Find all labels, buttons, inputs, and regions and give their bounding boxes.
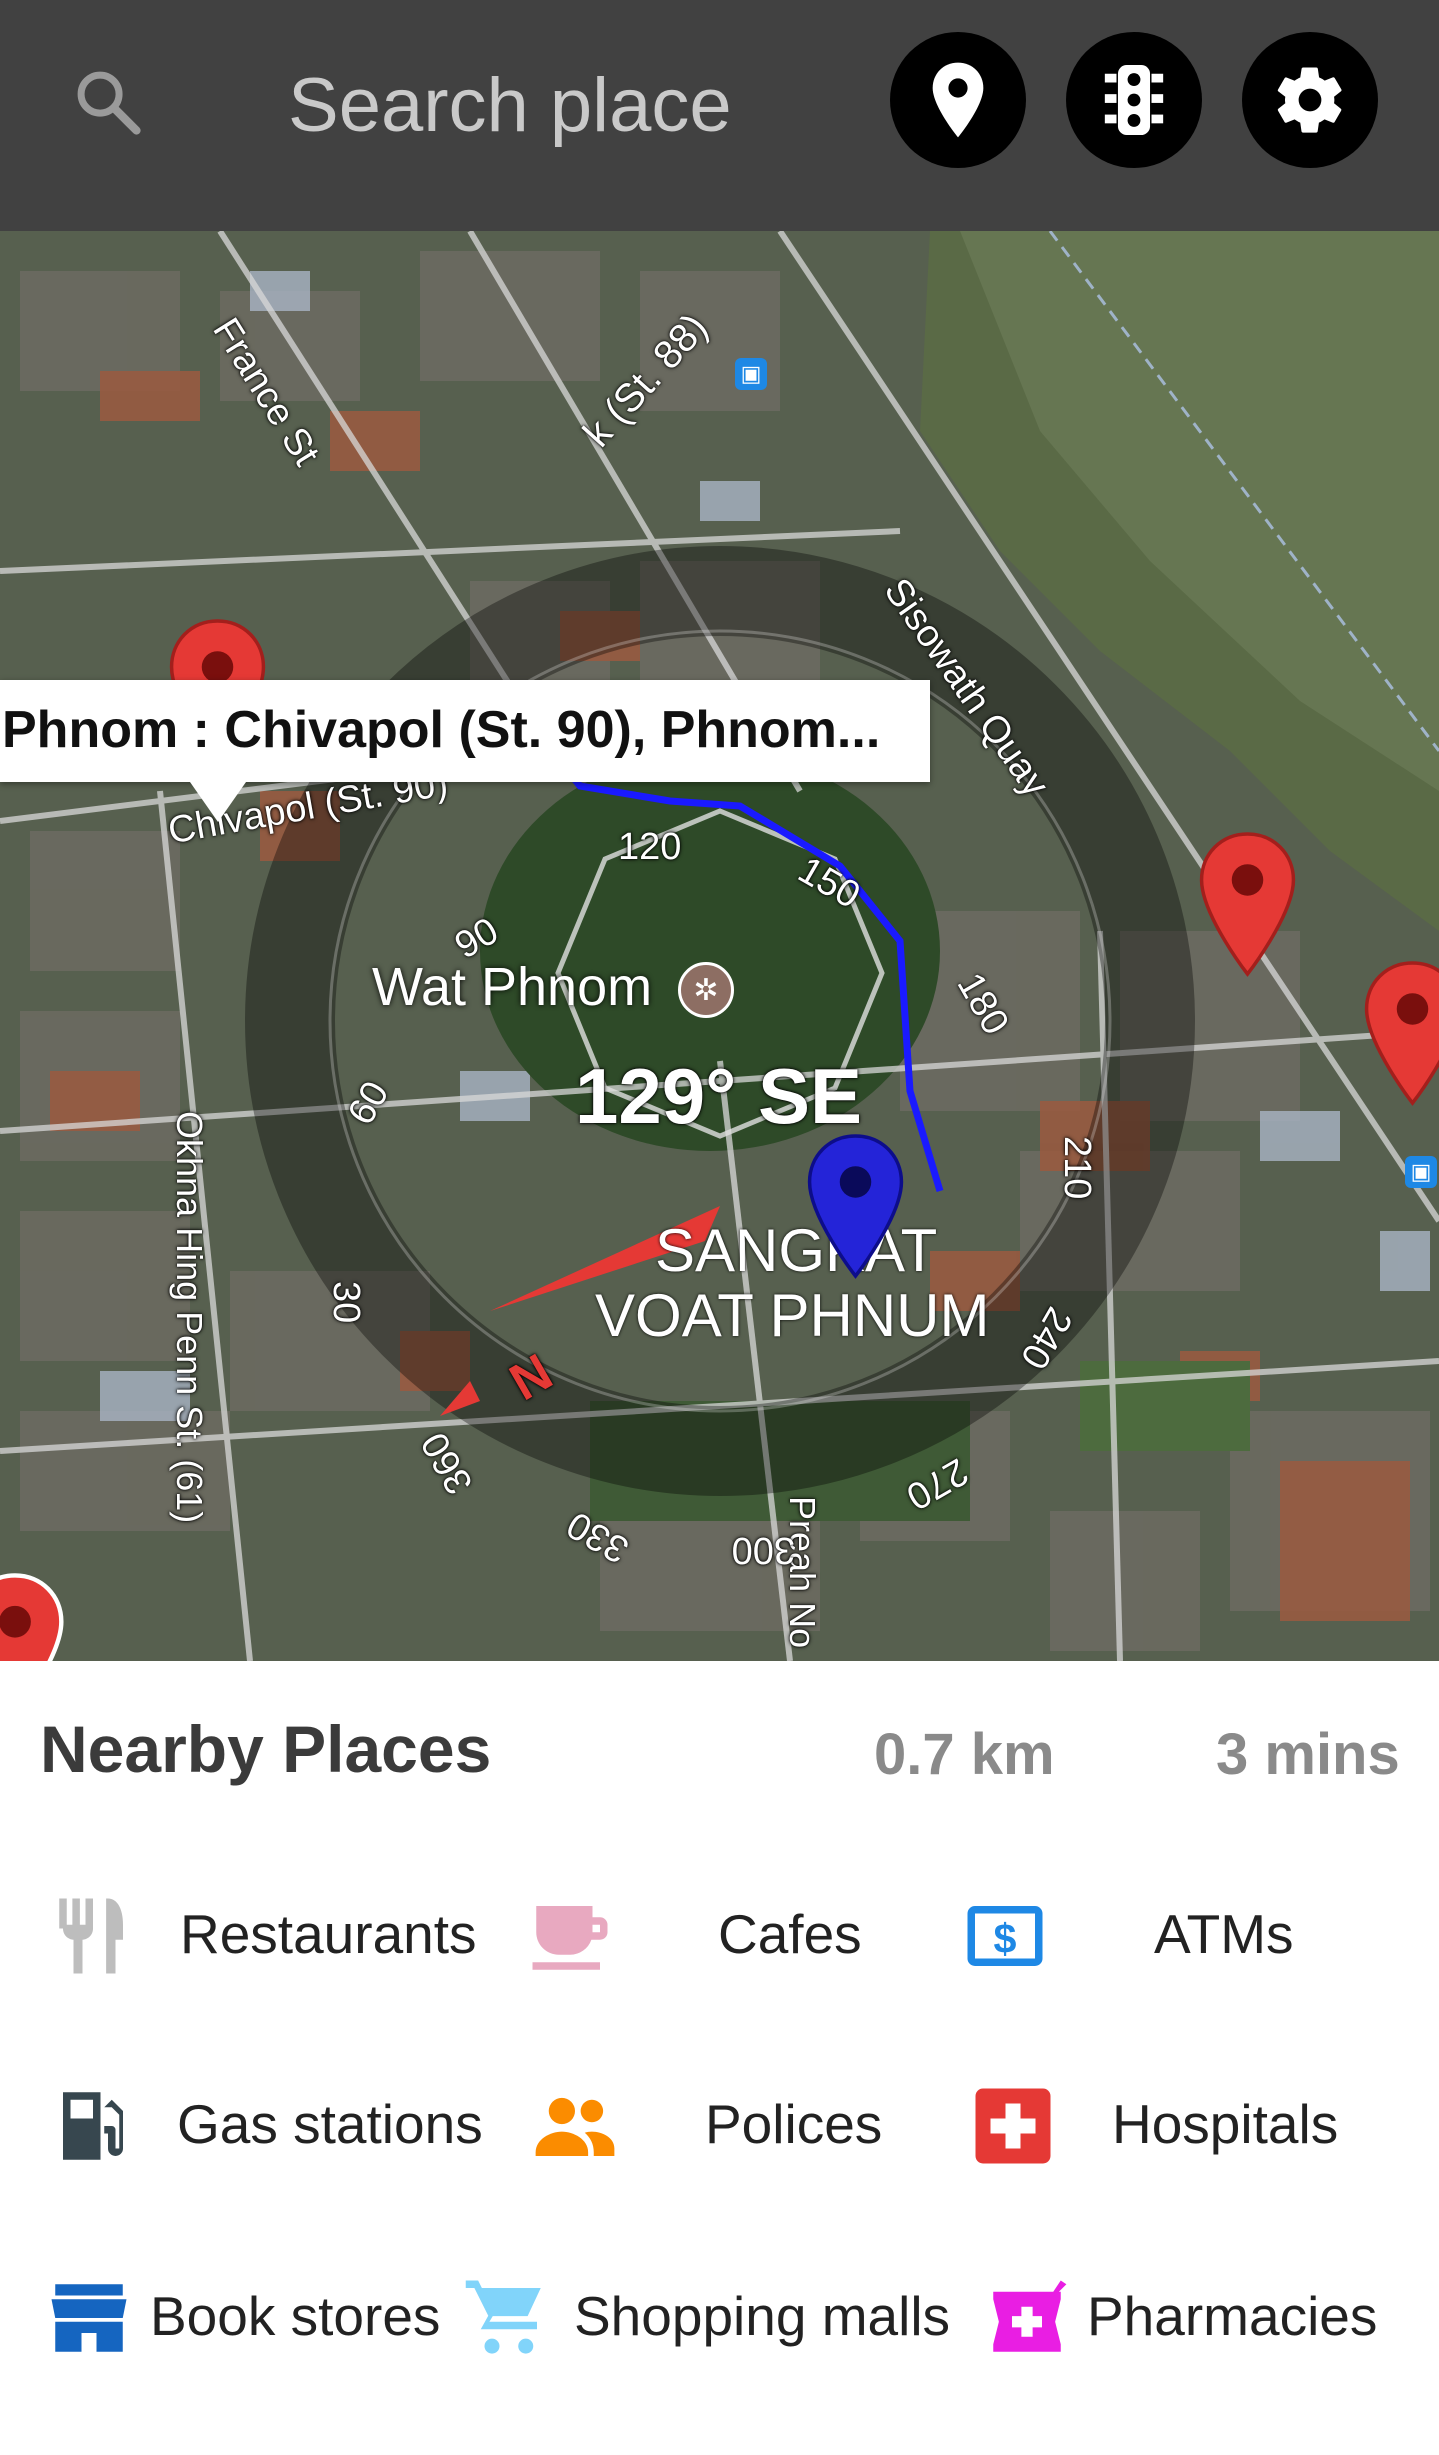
category-atms[interactable]: $ ATMs — [960, 1891, 1360, 2001]
category-polices[interactable]: Polices — [530, 2081, 930, 2191]
top-bar: Search place — [0, 0, 1439, 231]
book-store-icon — [51, 2284, 127, 2352]
search-input[interactable]: Search place — [288, 60, 732, 152]
settings-button[interactable] — [1242, 32, 1378, 168]
category-pharmacies[interactable]: Pharmacies — [982, 2273, 1422, 2383]
category-label: Cafes — [718, 1903, 862, 1965]
pharmacy-icon — [993, 2280, 1067, 2352]
shopping-cart-icon — [465, 2280, 541, 2354]
my-location-button[interactable] — [890, 32, 1026, 168]
category-restaurants[interactable]: Restaurants — [40, 1891, 490, 2001]
compass-tick: 30 — [325, 1281, 367, 1324]
category-label: ATMs — [1154, 1903, 1294, 1965]
compass-heading: 129° SE — [575, 1052, 863, 1140]
category-gas-stations[interactable]: Gas stations — [40, 2081, 500, 2191]
category-book-stores[interactable]: Book stores — [40, 2273, 470, 2383]
current-location-marker-icon[interactable] — [803, 1131, 908, 1281]
restaurant-icon — [59, 1898, 123, 1974]
gear-icon — [1277, 67, 1342, 133]
traffic-button[interactable] — [1066, 32, 1202, 168]
category-label: Shopping malls — [574, 2285, 951, 2347]
category-label: Restaurants — [180, 1903, 477, 1965]
landmark-label[interactable]: Wat Phnom — [372, 956, 652, 1018]
marker-info-window[interactable]: Phnom : Chivapol (St. 90), Phnom... — [0, 680, 930, 782]
atm-icon: $ — [967, 1906, 1043, 1966]
area-label: VOAT PHNUM — [595, 1282, 990, 1349]
map-view[interactable]: France St k (St. 88) Sisowath Quay Chiva… — [0, 231, 1439, 1661]
temple-icon[interactable]: ✲ — [678, 962, 734, 1018]
hospital-icon — [975, 2088, 1051, 2164]
compass-tick: 300 — [731, 1529, 795, 1571]
category-hospitals[interactable]: Hospitals — [968, 2081, 1368, 2191]
map-marker-icon[interactable] — [1360, 958, 1439, 1108]
info-window-tail — [190, 782, 246, 822]
category-label: Book stores — [150, 2285, 441, 2347]
category-label: Hospitals — [1112, 2093, 1339, 2155]
traffic-light-icon — [1104, 65, 1164, 135]
category-label: Gas stations — [177, 2093, 483, 2155]
map-marker-icon[interactable] — [0, 1571, 70, 1661]
distance-value: 0.7 km — [874, 1722, 1055, 1787]
street-label: Preah No — [782, 1496, 823, 1649]
info-window-text: Phnom : Chivapol (St. 90), Phnom... — [2, 701, 881, 759]
search-icon[interactable] — [70, 64, 146, 140]
nearby-places-panel: Nearby Places 0.7 km 3 mins Restaurants … — [0, 1661, 1439, 2455]
gas-station-icon — [63, 2092, 123, 2160]
compass-tick: 210 — [1056, 1136, 1098, 1200]
map-marker-icon[interactable] — [1195, 829, 1300, 979]
category-shopping-malls[interactable]: Shopping malls — [462, 2273, 982, 2383]
location-pin-icon — [932, 62, 984, 138]
compass-tick: 120 — [618, 826, 682, 868]
cafe-icon — [532, 1906, 608, 1970]
duration-value: 3 mins — [1216, 1722, 1400, 1787]
category-cafes[interactable]: Cafes — [525, 1891, 925, 2001]
svg-text:$: $ — [994, 1916, 1017, 1962]
street-label: Okhna Hing Penn St. (61) — [169, 1111, 210, 1524]
bus-stop-icon[interactable]: ▣ — [1405, 1156, 1437, 1188]
category-label: Polices — [705, 2093, 883, 2155]
category-label: Pharmacies — [1087, 2285, 1378, 2347]
police-icon — [535, 2097, 615, 2156]
panel-title: Nearby Places — [40, 1712, 492, 1786]
bus-stop-icon[interactable]: ▣ — [735, 358, 767, 390]
